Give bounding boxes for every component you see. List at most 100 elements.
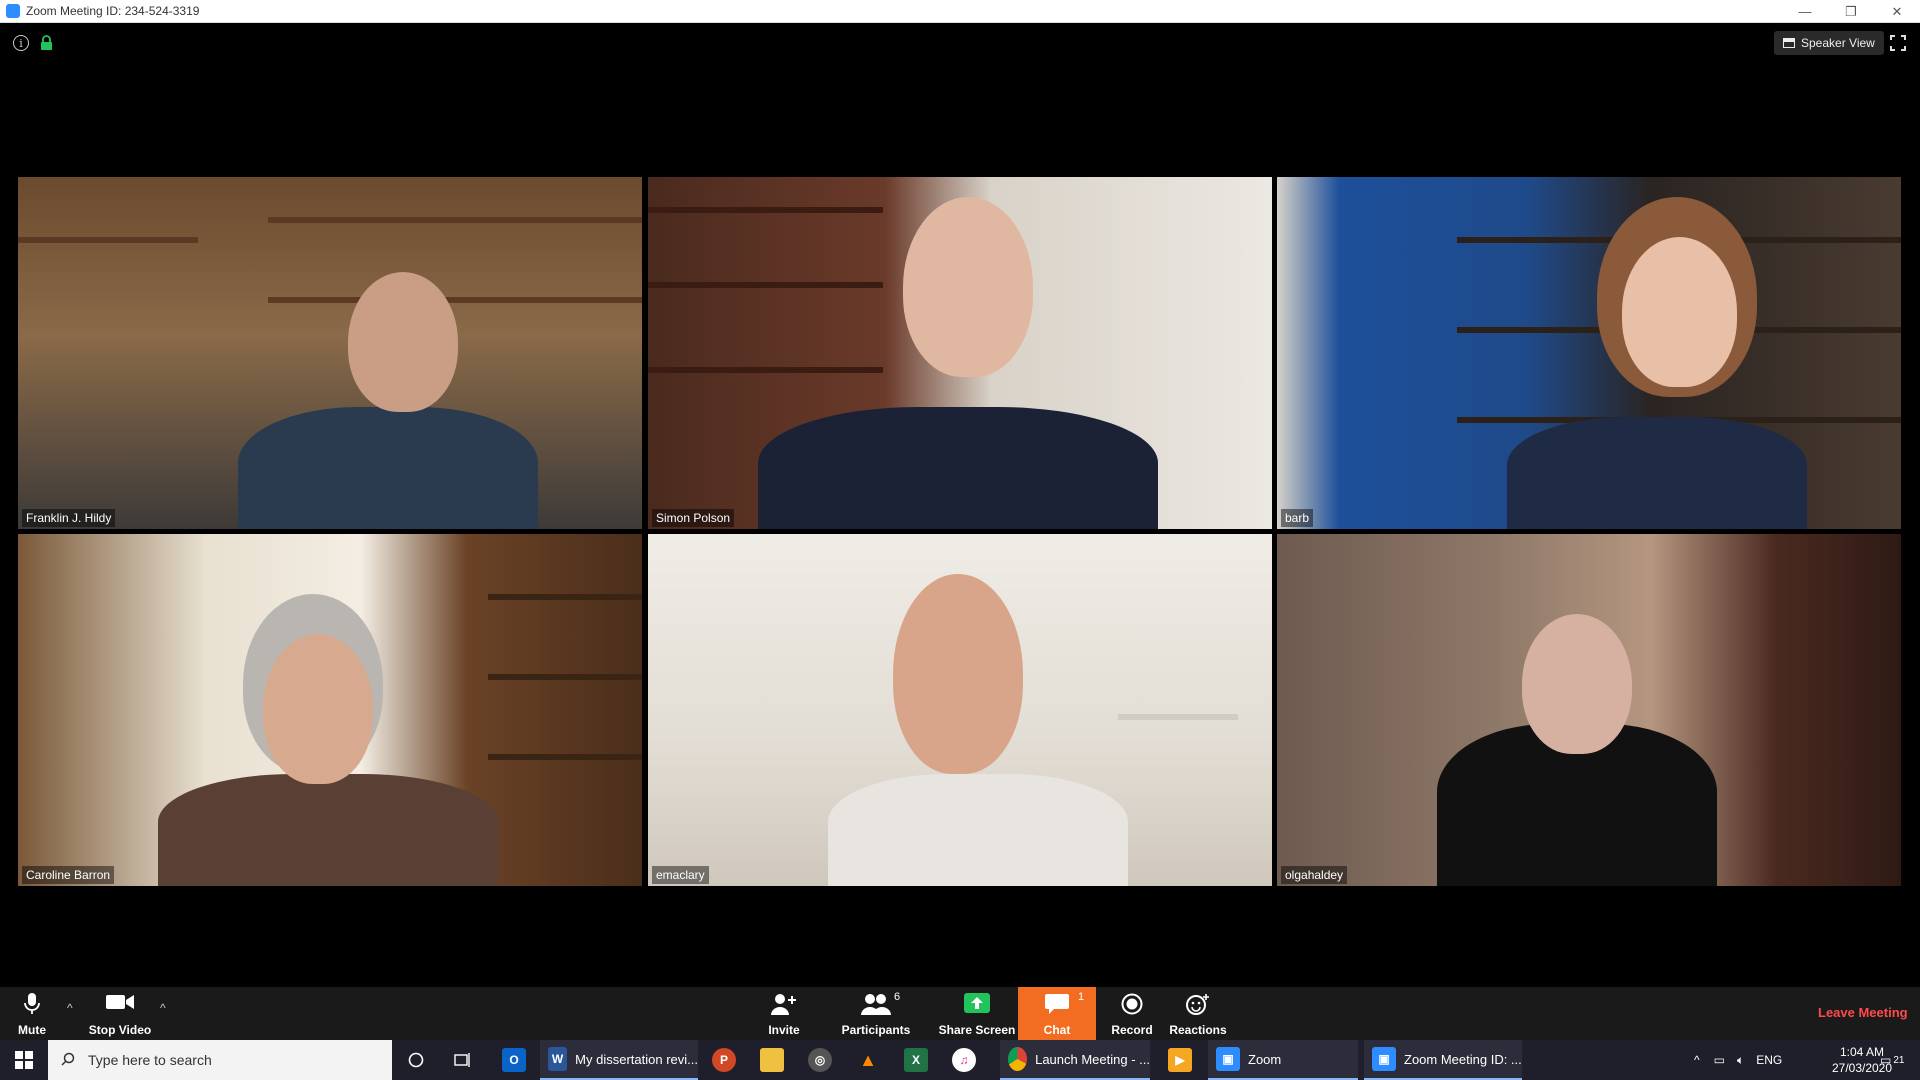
notification-count: 21 bbox=[1893, 1054, 1905, 1066]
window-title: Zoom Meeting ID: 234-524-3319 bbox=[26, 4, 200, 18]
outlook-taskbar-button[interactable]: O bbox=[494, 1040, 534, 1080]
meeting-top-bar: i Speaker View bbox=[0, 23, 1920, 63]
video-tile-simon[interactable]: Simon Polson bbox=[648, 177, 1272, 529]
participants-icon bbox=[861, 994, 891, 1015]
restore-button[interactable]: ❐ bbox=[1828, 0, 1874, 23]
stop-video-label: Stop Video bbox=[88, 1023, 152, 1037]
system-tray: ^ ▭ 🔈︎ ENG bbox=[1690, 1040, 1782, 1080]
participant-name: Caroline Barron bbox=[22, 866, 115, 884]
chat-button[interactable]: 1 Chat bbox=[1018, 987, 1096, 1040]
search-icon bbox=[61, 1052, 75, 1066]
share-screen-icon bbox=[964, 993, 990, 1013]
zoom-meeting-taskbar-button[interactable]: ▣ Zoom Meeting ID: ... bbox=[1364, 1040, 1522, 1080]
word-taskbar-button[interactable]: W My dissertation revi... bbox=[540, 1040, 698, 1080]
task-view-button[interactable] bbox=[450, 1040, 478, 1080]
powerpoint-icon: P bbox=[712, 1048, 736, 1072]
volume-icon[interactable]: 🔈︎ bbox=[1737, 1053, 1744, 1068]
powerpoint-taskbar-button[interactable]: P bbox=[704, 1040, 744, 1080]
speaker-view-icon bbox=[1783, 38, 1795, 48]
player-taskbar-button[interactable]: ▶ bbox=[1160, 1040, 1200, 1080]
cortana-circle-icon bbox=[408, 1052, 424, 1068]
excel-icon: X bbox=[904, 1048, 928, 1072]
media-app-taskbar-button[interactable]: ◎ bbox=[800, 1040, 840, 1080]
participant-name: olgahaldey bbox=[1281, 866, 1348, 884]
meeting-control-bar: Mute ^ Stop Video ^ Invite 6 Participant… bbox=[0, 987, 1920, 1040]
invite-label: Invite bbox=[768, 1023, 800, 1037]
mute-label: Mute bbox=[18, 1023, 46, 1037]
chat-label: Chat bbox=[1043, 1023, 1071, 1037]
taskbar-search[interactable] bbox=[48, 1040, 392, 1080]
task-view-icon bbox=[454, 1053, 470, 1067]
zoom-window-label: Zoom bbox=[1248, 1051, 1282, 1067]
folder-icon bbox=[760, 1048, 784, 1072]
chrome-icon bbox=[1008, 1047, 1028, 1071]
music-note-icon: ♫ bbox=[952, 1048, 976, 1072]
windows-logo-icon bbox=[15, 1051, 33, 1069]
video-tile-barb-active-speaker[interactable]: barb bbox=[1277, 177, 1901, 529]
reactions-button[interactable]: Reactions bbox=[1169, 987, 1227, 1040]
microphone-icon bbox=[24, 993, 40, 1014]
vlc-cone-icon: ▲ bbox=[859, 1049, 877, 1070]
media-disc-icon: ◎ bbox=[808, 1048, 832, 1072]
participants-label: Participants bbox=[841, 1023, 911, 1037]
notification-icon: ▭ bbox=[1880, 1053, 1892, 1067]
vlc-taskbar-button[interactable]: ▲ bbox=[848, 1040, 888, 1080]
video-tile-caroline[interactable]: Caroline Barron bbox=[18, 534, 642, 886]
start-button[interactable] bbox=[0, 1040, 48, 1080]
participant-name: emaclary bbox=[652, 866, 709, 884]
video-tile-emaclary[interactable]: emaclary bbox=[648, 534, 1272, 886]
video-tile-franklin[interactable]: Franklin J. Hildy bbox=[18, 177, 642, 529]
share-screen-button[interactable]: Share Screen bbox=[938, 987, 1016, 1040]
lock-icon[interactable] bbox=[40, 35, 53, 51]
participant-name: Franklin J. Hildy bbox=[22, 509, 116, 527]
window-title-bar: Zoom Meeting ID: 234-524-3319 — ❐ ✕ bbox=[0, 0, 1920, 23]
show-hidden-icons-icon[interactable]: ^ bbox=[1694, 1053, 1700, 1067]
participant-name: Simon Polson bbox=[652, 509, 735, 527]
audio-options-caret-icon[interactable]: ^ bbox=[67, 1001, 73, 1015]
leave-meeting-button[interactable]: Leave Meeting bbox=[1818, 1005, 1908, 1020]
record-button[interactable]: Record bbox=[1110, 987, 1154, 1040]
participants-count: 6 bbox=[894, 991, 901, 1003]
minimize-button[interactable]: — bbox=[1782, 0, 1828, 23]
outlook-icon: O bbox=[502, 1048, 526, 1072]
speaker-view-label: Speaker View bbox=[1801, 36, 1875, 50]
chrome-window-label: Launch Meeting - ... bbox=[1035, 1051, 1150, 1067]
meeting-info-icon[interactable]: i bbox=[13, 35, 29, 51]
participant-name: barb bbox=[1281, 509, 1314, 527]
zoom-meeting-window-label: Zoom Meeting ID: ... bbox=[1404, 1051, 1522, 1067]
mute-button[interactable]: Mute bbox=[12, 987, 52, 1040]
window-controls: — ❐ ✕ bbox=[1782, 0, 1920, 23]
network-icon[interactable]: ▭ bbox=[1714, 1053, 1725, 1067]
record-icon bbox=[1121, 993, 1143, 1015]
search-input[interactable] bbox=[88, 1040, 378, 1080]
participants-button[interactable]: 6 Participants bbox=[840, 987, 912, 1040]
video-camera-icon bbox=[106, 995, 134, 1009]
zoom-app-icon bbox=[6, 4, 20, 18]
excel-taskbar-button[interactable]: X bbox=[896, 1040, 936, 1080]
close-button[interactable]: ✕ bbox=[1874, 0, 1920, 23]
windows-taskbar: O W My dissertation revi... P ◎ ▲ X ♫ La… bbox=[0, 1040, 1920, 1080]
cortana-button[interactable] bbox=[402, 1040, 430, 1080]
file-explorer-taskbar-button[interactable] bbox=[752, 1040, 792, 1080]
word-window-label: My dissertation revi... bbox=[575, 1051, 698, 1067]
fullscreen-icon[interactable] bbox=[1890, 35, 1906, 51]
zoom-taskbar-button[interactable]: ▣ Zoom bbox=[1208, 1040, 1358, 1080]
play-icon: ▶ bbox=[1168, 1048, 1192, 1072]
invite-button[interactable]: Invite bbox=[754, 987, 814, 1040]
speaker-view-button[interactable]: Speaker View bbox=[1774, 31, 1884, 55]
action-center-button[interactable]: ▭ 21 bbox=[1880, 1040, 1904, 1080]
chat-unread-badge: 1 bbox=[1078, 991, 1085, 1003]
add-person-icon bbox=[771, 994, 796, 1015]
reactions-label: Reactions bbox=[1169, 1023, 1227, 1037]
record-label: Record bbox=[1111, 1023, 1153, 1037]
language-indicator[interactable]: ENG bbox=[1756, 1053, 1782, 1067]
word-icon: W bbox=[548, 1047, 568, 1071]
video-tile-olgahaldey[interactable]: olgahaldey bbox=[1277, 534, 1901, 886]
itunes-taskbar-button[interactable]: ♫ bbox=[944, 1040, 984, 1080]
chrome-taskbar-button[interactable]: Launch Meeting - ... bbox=[1000, 1040, 1150, 1080]
stop-video-button[interactable]: Stop Video bbox=[88, 987, 152, 1040]
zoom-icon: ▣ bbox=[1216, 1047, 1240, 1071]
zoom-meeting-icon: ▣ bbox=[1372, 1047, 1396, 1071]
share-screen-label: Share Screen bbox=[938, 1023, 1016, 1037]
video-options-caret-icon[interactable]: ^ bbox=[160, 1001, 166, 1015]
